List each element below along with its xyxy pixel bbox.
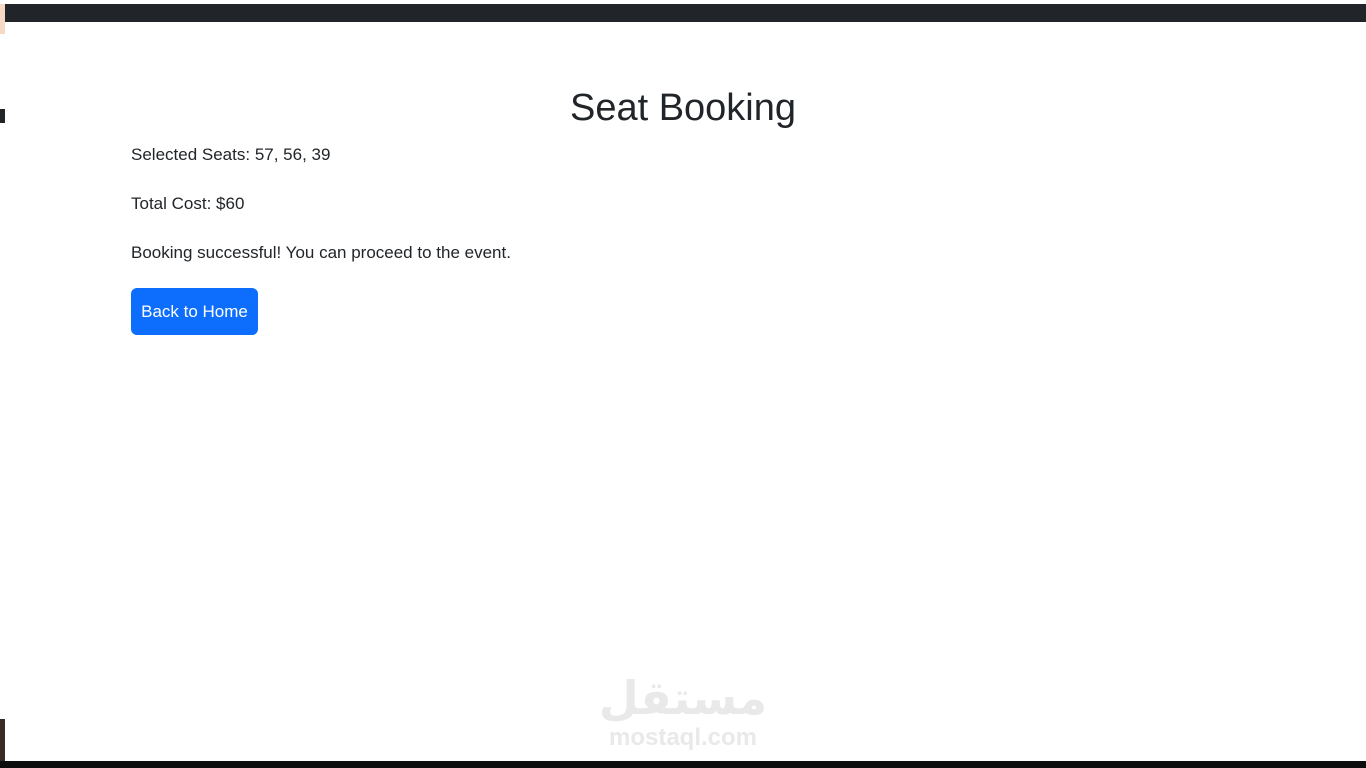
left-edge-fragment-top <box>0 4 5 34</box>
mostaql-watermark: مستقل mostaql.com <box>598 672 768 754</box>
watermark-arabic-logo: مستقل <box>598 671 768 725</box>
back-to-home-button[interactable]: Back to Home <box>131 288 258 335</box>
page-title: Seat Booking <box>569 87 797 129</box>
total-cost-label: Total Cost: <box>131 194 212 213</box>
selected-seats-line: Selected Seats: 57, 56, 39 <box>131 143 330 167</box>
total-cost-value: $60 <box>216 194 245 213</box>
seat-booking-page: Seat Booking Selected Seats: 57, 56, 39 … <box>0 0 1366 768</box>
bottom-edge-bar <box>0 761 1366 768</box>
selected-seats-value: 57, 56, 39 <box>254 145 331 164</box>
top-navigation-bar <box>0 4 1366 22</box>
total-cost-line: Total Cost: $60 <box>131 192 244 216</box>
booking-success-message: Booking successful! You can proceed to t… <box>131 243 511 262</box>
selected-seats-label: Selected Seats: <box>131 145 251 164</box>
watermark-site-name: mostaql.com <box>608 724 758 751</box>
